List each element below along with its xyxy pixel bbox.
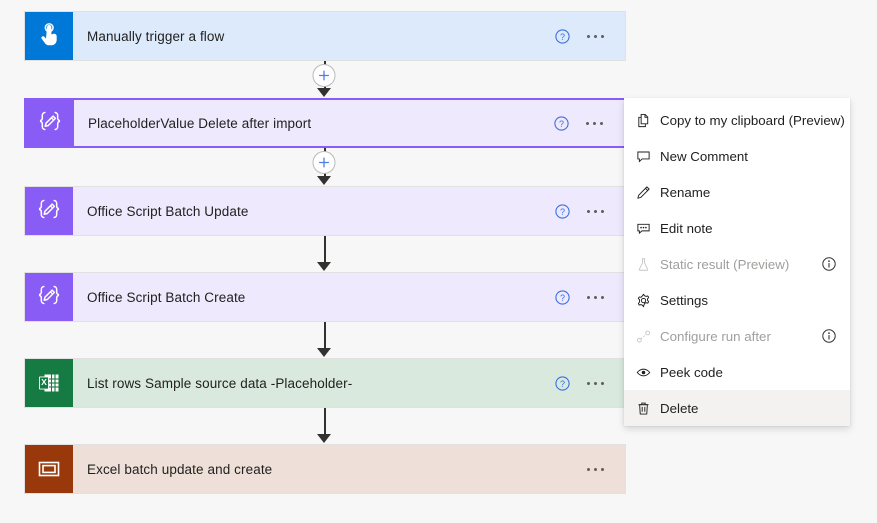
flow-node[interactable]: PlaceholderValue Delete after import ? — [24, 98, 626, 148]
tap-hand-icon — [25, 12, 73, 60]
flow-node[interactable]: Excel batch update and create — [24, 444, 626, 494]
more-options-icon[interactable] — [575, 209, 615, 213]
copy-icon — [636, 113, 660, 128]
flow-node-body[interactable]: Office Script Batch Create ? — [73, 273, 625, 321]
svg-text:?: ? — [558, 118, 563, 128]
menu-item-label: Copy to my clipboard (Preview) — [660, 112, 845, 128]
connector-line — [324, 236, 326, 263]
info-icon[interactable] — [818, 329, 840, 343]
svg-text:?: ? — [559, 206, 564, 216]
more-options-icon[interactable] — [575, 34, 615, 38]
insert-step-button[interactable] — [312, 151, 336, 174]
flow-node-body[interactable]: Manually trigger a flow ? — [73, 12, 625, 60]
flow-node-body[interactable]: PlaceholderValue Delete after import ? — [74, 100, 624, 146]
svg-text:?: ? — [559, 31, 564, 41]
flow-node[interactable]: Office Script Batch Update ? — [24, 186, 626, 236]
connector-line — [324, 61, 326, 89]
flow-node-title: List rows Sample source data -Placeholde… — [87, 375, 353, 391]
menu-item-static-result-preview: Static result (Preview) — [624, 246, 850, 282]
more-options-icon[interactable] — [575, 467, 615, 471]
flow-node-body[interactable]: Excel batch update and create — [73, 445, 625, 493]
compose-braces-icon — [26, 100, 74, 146]
flow-node[interactable]: Office Script Batch Create ? — [24, 272, 626, 322]
flow-node-body[interactable]: Office Script Batch Update ? — [73, 187, 625, 235]
connector-arrowhead — [317, 88, 331, 97]
help-icon[interactable]: ? — [548, 115, 574, 131]
menu-item-delete[interactable]: Delete — [624, 390, 850, 426]
svg-text:?: ? — [559, 378, 564, 388]
flow-node-title: PlaceholderValue Delete after import — [88, 115, 312, 131]
menu-item-peek-code[interactable]: Peek code — [624, 354, 850, 390]
plus-icon — [319, 157, 329, 168]
comment-icon — [636, 149, 660, 164]
scope-icon — [25, 445, 73, 493]
help-icon[interactable]: ? — [549, 203, 575, 219]
menu-item-label: Rename — [660, 184, 711, 200]
menu-item-rename[interactable]: Rename — [624, 174, 850, 210]
flask-icon — [636, 257, 660, 272]
compose-braces-icon — [25, 273, 73, 321]
flow-node[interactable]: X List rows Sample source data -Placehol… — [24, 358, 626, 408]
connector-arrowhead — [317, 176, 331, 185]
flow-node-title: Office Script Batch Create — [87, 289, 246, 305]
help-icon[interactable]: ? — [549, 375, 575, 391]
menu-item-label: Peek code — [660, 364, 723, 380]
menu-item-label: Configure run after — [660, 328, 771, 344]
menu-item-label: Static result (Preview) — [660, 256, 790, 272]
more-options-icon[interactable] — [575, 295, 615, 299]
flow-node-title: Office Script Batch Update — [87, 203, 249, 219]
flow-node-body[interactable]: List rows Sample source data -Placeholde… — [73, 359, 625, 407]
pencil-icon — [636, 185, 660, 200]
help-icon[interactable]: ? — [549, 28, 575, 44]
menu-item-edit-note[interactable]: Edit note — [624, 210, 850, 246]
more-options-icon[interactable] — [574, 121, 614, 125]
more-options-icon[interactable] — [575, 381, 615, 385]
trash-icon — [636, 401, 660, 416]
menu-item-new-comment[interactable]: New Comment — [624, 138, 850, 174]
flow-node-title: Excel batch update and create — [87, 461, 273, 477]
help-icon[interactable]: ? — [549, 289, 575, 305]
flow-connector — [0, 61, 877, 98]
connector-arrowhead — [317, 434, 331, 443]
menu-item-label: Delete — [660, 400, 699, 416]
connector-line — [324, 148, 326, 177]
menu-item-copy-to-my-clipboard-preview[interactable]: Copy to my clipboard (Preview) — [624, 102, 850, 138]
plus-icon — [319, 70, 329, 81]
menu-item-configure-run-after: Configure run after — [624, 318, 850, 354]
eye-icon — [636, 365, 660, 380]
svg-text:?: ? — [559, 292, 564, 302]
connector-arrowhead — [317, 348, 331, 357]
run-after-icon — [636, 329, 660, 344]
flow-node-title: Manually trigger a flow — [87, 28, 225, 44]
menu-item-settings[interactable]: Settings — [624, 282, 850, 318]
connector-line — [324, 322, 326, 349]
svg-text:X: X — [41, 377, 47, 387]
menu-item-label: Edit note — [660, 220, 713, 236]
node-context-menu[interactable]: Copy to my clipboard (Preview) New Comme… — [624, 98, 850, 426]
insert-step-button[interactable] — [312, 64, 336, 87]
compose-braces-icon — [25, 187, 73, 235]
connector-arrowhead — [317, 262, 331, 271]
menu-item-label: New Comment — [660, 148, 748, 164]
connector-line — [324, 408, 326, 435]
gear-icon — [636, 293, 660, 308]
note-icon — [636, 221, 660, 236]
menu-item-label: Settings — [660, 292, 709, 308]
flow-node[interactable]: Manually trigger a flow ? — [24, 11, 626, 61]
info-icon[interactable] — [818, 257, 840, 271]
excel-icon: X — [25, 359, 73, 407]
